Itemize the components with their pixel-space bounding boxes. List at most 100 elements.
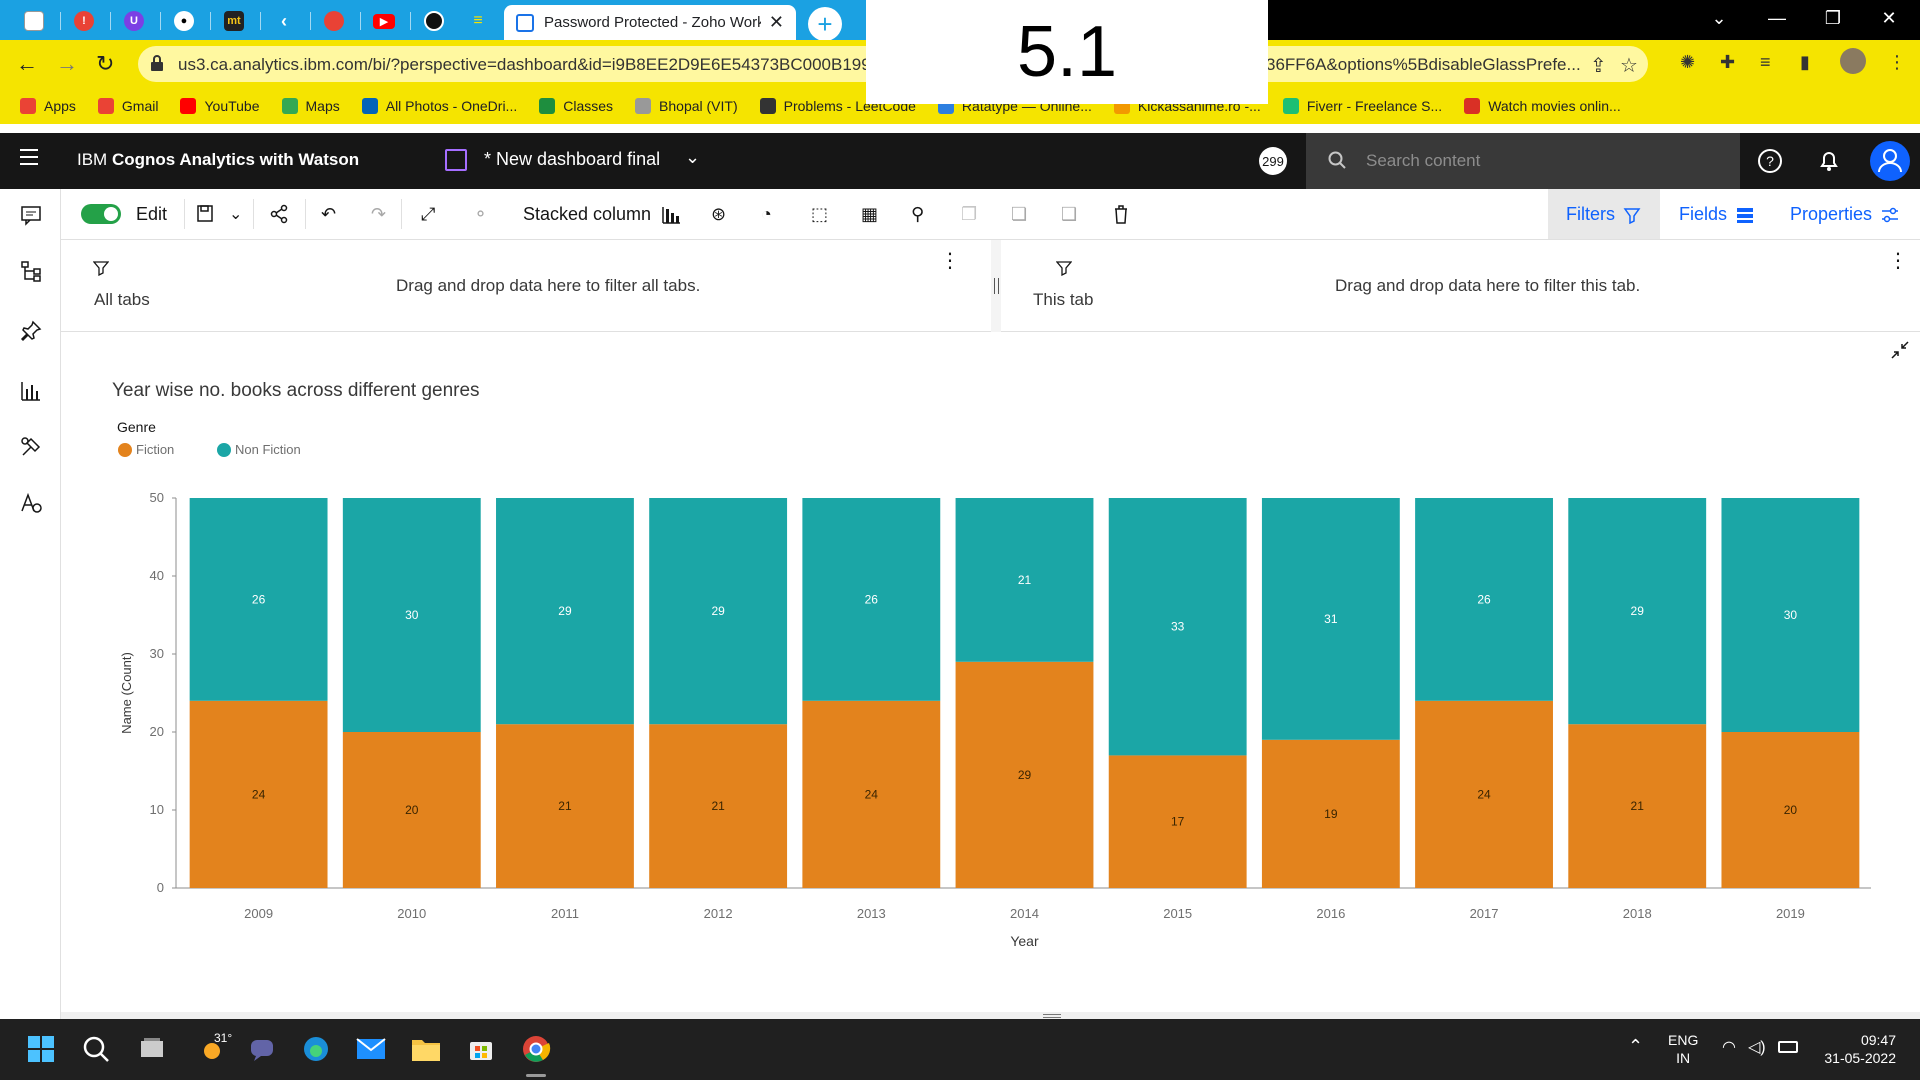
extensions-puzzle-icon[interactable]: ✚ [1720, 52, 1735, 73]
profile-avatar[interactable] [1840, 48, 1866, 74]
bookmark-item[interactable]: YouTube [180, 98, 260, 114]
user-avatar-button[interactable] [1870, 141, 1910, 181]
bookmark-item[interactable]: Classes [539, 98, 613, 114]
forward-icon[interactable]: → [56, 51, 78, 77]
volume-icon[interactable]: ◁) [1748, 1039, 1766, 1057]
search-icon[interactable] [80, 1033, 112, 1065]
overflow-menu-icon[interactable]: ⋮ [1888, 248, 1908, 273]
data-tree-icon[interactable] [19, 259, 43, 283]
bookmark-item[interactable]: Fiverr - Freelance S... [1282, 98, 1442, 114]
new-tab-button[interactable]: + [808, 7, 842, 41]
side-panel-icon[interactable]: ▮ [1800, 52, 1810, 73]
bookmark-item[interactable]: Bhopal (VIT) [635, 98, 738, 114]
share-icon[interactable] [269, 203, 289, 225]
browser-menu-icon[interactable]: ⋮ [1888, 52, 1906, 73]
properties-tab[interactable]: Properties [1790, 204, 1900, 225]
edit-mode-toggle[interactable] [81, 204, 121, 224]
active-browser-tab[interactable]: Password Protected - Zoho Work ✕ [504, 5, 796, 40]
task-view-icon[interactable] [136, 1033, 168, 1065]
fields-tab[interactable]: Fields [1679, 204, 1755, 225]
reload-icon[interactable]: ↻ [96, 51, 114, 77]
pinned-tab[interactable]: ! [62, 7, 106, 35]
wifi-icon[interactable]: ◠ [1722, 1039, 1736, 1057]
tab-search-icon[interactable]: ⌄ [1704, 8, 1734, 29]
this-tab-filter-dropzone[interactable]: This tab Drag and drop data here to filt… [1001, 240, 1920, 332]
pinned-tab[interactable]: U [112, 7, 156, 35]
bookmark-item[interactable]: All Photos - OneDri... [361, 98, 517, 114]
windows-start-icon[interactable] [25, 1033, 57, 1065]
filter-splitter-handle[interactable] [991, 240, 1001, 332]
battery-icon[interactable] [1778, 1041, 1798, 1053]
mail-icon[interactable] [355, 1033, 387, 1065]
save-options-chevron-icon[interactable]: ⌄ [229, 203, 242, 225]
assistant-icon[interactable] [19, 491, 43, 515]
chevron-down-icon[interactable]: ⌄ [685, 147, 700, 168]
connections-icon[interactable]: ⚬ [473, 203, 488, 225]
pinned-tab[interactable]: mt [212, 7, 256, 35]
show-hidden-icons-chevron[interactable]: ⌃ [1628, 1037, 1643, 1055]
pinned-tab[interactable] [12, 7, 56, 35]
delete-trash-icon[interactable] [1112, 203, 1130, 225]
pinned-tab[interactable] [412, 7, 456, 35]
color-palette-icon[interactable]: ⊛ [711, 203, 726, 225]
store-icon[interactable] [465, 1033, 497, 1065]
notification-bell-icon[interactable] [1816, 148, 1842, 174]
brand-prefix: IBM [77, 150, 108, 169]
hamburger-menu-icon[interactable] [20, 149, 38, 170]
notification-count-badge[interactable]: 299 [1259, 147, 1287, 175]
filters-tab[interactable]: Filters [1566, 204, 1641, 225]
pin-icon[interactable] [19, 319, 43, 343]
back-icon[interactable]: ← [16, 51, 38, 77]
overflow-menu-icon[interactable]: ⋮ [940, 248, 960, 273]
undo-icon[interactable]: ↶ [321, 203, 336, 225]
save-icon[interactable] [196, 203, 214, 225]
select-region-icon[interactable]: ⬚ [811, 203, 828, 225]
reading-list-icon[interactable]: ≡ [1760, 52, 1771, 73]
pin-to-board-icon[interactable]: ⚲ [911, 203, 924, 225]
share-icon[interactable]: ⇪ [1590, 53, 1607, 78]
pinned-tab[interactable]: ‹ [262, 7, 306, 35]
weather-widget[interactable]: 31° [192, 1031, 236, 1065]
dashboard-title[interactable]: * New dashboard final [484, 149, 660, 170]
bookmark-item[interactable]: Maps [281, 98, 340, 114]
legend-item-non-fiction[interactable]: Non Fiction [217, 442, 301, 457]
resize-grip[interactable] [1043, 1014, 1061, 1018]
teams-chat-icon[interactable] [246, 1033, 278, 1065]
pinned-tab[interactable]: ▶ [362, 7, 406, 35]
chrome-icon[interactable] [520, 1033, 552, 1065]
expand-icon[interactable]: ⤢ [421, 203, 435, 225]
bookmark-item[interactable]: Watch movies onlin... [1464, 98, 1621, 114]
duplicate-icon[interactable]: ❏ [1011, 203, 1027, 225]
stacked-column-icon[interactable] [661, 203, 681, 225]
stacked-column-chart[interactable]: 0 10 20 30 40 50 24 26 2009 20 30 2010 21 29 2011 21 29 2… [61, 332, 1920, 1012]
animation-icon[interactable]: ◔ [761, 203, 772, 225]
all-tabs-filter-dropzone[interactable]: All tabs Drag and drop data here to filt… [61, 240, 991, 332]
bring-front-icon[interactable]: ❑ [1061, 203, 1077, 225]
visualization-type-label[interactable]: Stacked column [523, 203, 651, 225]
pinned-tab[interactable]: ● [162, 7, 206, 35]
bookmark-item[interactable]: Apps [20, 98, 76, 114]
visualizations-icon[interactable] [19, 379, 43, 403]
bookmark-item[interactable]: Gmail [97, 98, 158, 114]
table-view-icon[interactable]: ▦ [861, 203, 878, 225]
bookmark-star-icon[interactable]: ☆ [1620, 53, 1638, 78]
pinned-tab[interactable] [312, 7, 356, 35]
pinned-tab[interactable]: ≡ [456, 7, 500, 35]
comment-icon[interactable] [19, 203, 43, 227]
minimize-icon[interactable]: — [1762, 8, 1792, 29]
close-tab-icon[interactable]: ✕ [769, 12, 784, 33]
redo-icon[interactable]: ↷ [371, 203, 386, 225]
search-input[interactable] [1366, 147, 1726, 175]
collapse-icon[interactable] [1890, 340, 1910, 360]
widgets-tools-icon[interactable] [19, 435, 43, 459]
clock[interactable]: 09:47 31-05-2022 [1818, 1031, 1896, 1067]
restore-icon[interactable]: ❐ [1818, 8, 1848, 29]
copy-icon[interactable]: ❐ [961, 203, 977, 225]
file-explorer-icon[interactable] [410, 1033, 442, 1065]
help-icon[interactable]: ? [1757, 148, 1783, 174]
language-indicator[interactable]: ENG IN [1668, 1031, 1698, 1067]
legend-item-fiction[interactable]: Fiction [118, 442, 174, 457]
edge-browser-icon[interactable] [300, 1033, 332, 1065]
extension-bug-icon[interactable]: ✺ [1680, 52, 1695, 73]
close-window-icon[interactable]: ✕ [1874, 8, 1904, 29]
